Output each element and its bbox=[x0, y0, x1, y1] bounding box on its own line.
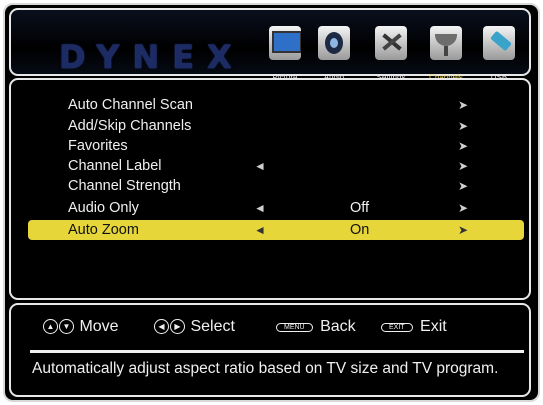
right-arrow-icon: ➤ bbox=[458, 179, 469, 193]
menu-item-favorites[interactable]: Favorites ➤ bbox=[28, 136, 524, 156]
tv-icon bbox=[269, 26, 301, 60]
menu-item-channel-strength[interactable]: Channel Strength ➤ bbox=[28, 176, 524, 196]
right-arrow-icon: ➤ bbox=[458, 223, 469, 237]
left-arrow-key-icon: ◀ bbox=[154, 319, 169, 334]
menu-item-add-skip-channels[interactable]: Add/Skip Channels ➤ bbox=[28, 116, 524, 136]
brand-logo: DYNEX bbox=[59, 38, 245, 76]
tab-audio[interactable]: Audio bbox=[312, 26, 356, 82]
help-divider bbox=[30, 350, 524, 353]
menu-item-auto-zoom[interactable]: Auto Zoom ◄ On ➤ bbox=[28, 220, 524, 240]
menu-item-auto-channel-scan[interactable]: Auto Channel Scan ➤ bbox=[28, 95, 524, 115]
tab-settings[interactable]: Settings bbox=[369, 26, 413, 82]
header-panel: DYNEX Picture Audio Settings Channels US… bbox=[9, 8, 531, 82]
tab-usb[interactable]: USB bbox=[477, 26, 521, 82]
speaker-icon bbox=[318, 26, 350, 60]
left-arrow-icon: ◄ bbox=[254, 159, 266, 173]
move-label: Move bbox=[79, 318, 119, 335]
tab-channels[interactable]: Channels bbox=[424, 26, 468, 82]
menu-item-channel-label[interactable]: Channel Label ◄ ➤ bbox=[28, 156, 524, 176]
exit-label: Exit bbox=[420, 318, 447, 335]
menu-item-value: Off bbox=[350, 200, 370, 216]
back-label: Back bbox=[320, 318, 356, 335]
move-hint: ▲ ▼ Move bbox=[43, 318, 119, 336]
down-arrow-key-icon: ▼ bbox=[59, 319, 74, 334]
usb-stick-icon bbox=[483, 26, 515, 60]
satellite-dish-icon bbox=[430, 26, 462, 60]
left-arrow-icon: ◄ bbox=[254, 201, 266, 215]
select-label: Select bbox=[190, 318, 235, 335]
menu-key-icon: MENU bbox=[276, 323, 313, 332]
up-arrow-key-icon: ▲ bbox=[43, 319, 58, 334]
menu-item-label: Channel Strength bbox=[68, 178, 181, 194]
right-arrow-icon: ➤ bbox=[458, 119, 469, 133]
right-arrow-key-icon: ▶ bbox=[170, 319, 185, 334]
right-arrow-icon: ➤ bbox=[458, 201, 469, 215]
menu-item-label: Auto Channel Scan bbox=[68, 97, 193, 113]
item-description: Automatically adjust aspect ratio based … bbox=[32, 360, 499, 377]
exit-hint[interactable]: EXIT Exit bbox=[381, 318, 447, 336]
right-arrow-icon: ➤ bbox=[458, 98, 469, 112]
exit-key-icon: EXIT bbox=[381, 323, 413, 332]
select-hint: ◀ ▶ Select bbox=[154, 318, 235, 336]
menu-item-audio-only[interactable]: Audio Only ◄ Off ➤ bbox=[28, 198, 524, 218]
right-arrow-icon: ➤ bbox=[458, 139, 469, 153]
menu-item-label: Channel Label bbox=[68, 158, 162, 174]
tools-icon bbox=[375, 26, 407, 60]
menu-item-label: Favorites bbox=[68, 138, 128, 154]
right-arrow-icon: ➤ bbox=[458, 159, 469, 173]
back-hint[interactable]: MENU Back bbox=[276, 318, 356, 336]
menu-item-label: Auto Zoom bbox=[68, 222, 139, 238]
menu-item-label: Audio Only bbox=[68, 200, 139, 216]
menu-item-value: On bbox=[350, 222, 370, 238]
tab-picture[interactable]: Picture bbox=[263, 26, 307, 82]
left-arrow-icon: ◄ bbox=[254, 223, 266, 237]
menu-item-label: Add/Skip Channels bbox=[68, 118, 192, 134]
